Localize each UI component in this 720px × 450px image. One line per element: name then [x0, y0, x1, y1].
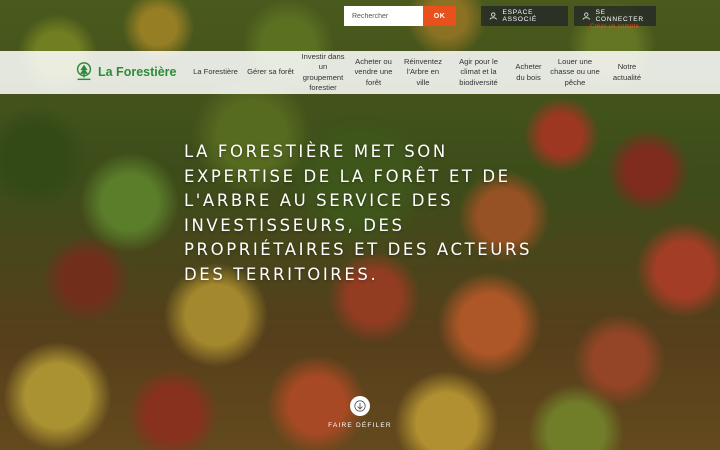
- user-icon: [489, 12, 497, 20]
- nav-menu: La Forestière Gérer sa forêt Investir da…: [188, 51, 651, 94]
- search-submit-button[interactable]: OK: [423, 6, 456, 26]
- arrow-down-icon: [354, 400, 366, 412]
- create-account-link[interactable]: Créer un compte: [590, 24, 639, 30]
- search-input[interactable]: [344, 6, 423, 26]
- nav-item-actualite[interactable]: Notre actualité: [603, 51, 651, 94]
- nav-item-acheter-vendre[interactable]: Acheter ou vendre une forêt: [348, 51, 399, 94]
- nav-item-investir[interactable]: Investir dans un groupement forestier: [298, 51, 348, 94]
- hero-headline: LA FORESTIÈRE MET SON EXPERTISE DE LA FO…: [184, 142, 533, 284]
- espace-associe-label: ESPACE ASSOCIÉ: [502, 9, 538, 23]
- nav-item-gerer-sa-foret[interactable]: Gérer sa forêt: [243, 51, 298, 94]
- nav-item-climat-biodiversite[interactable]: Agir pour le climat et la biodiversité: [447, 51, 510, 94]
- se-connecter-button[interactable]: SE CONNECTER: [574, 6, 656, 26]
- scroll-label: FAIRE DÉFILER: [328, 422, 392, 429]
- brand-logo[interactable]: La Forestière: [73, 61, 177, 83]
- nav-item-chasse-peche[interactable]: Louer une chasse ou une pêche: [547, 51, 603, 94]
- nav-item-la-forestiere[interactable]: La Forestière: [188, 51, 243, 94]
- scroll-down-button[interactable]: [350, 396, 370, 416]
- nav-item-acheter-du-bois[interactable]: Acheter du bois: [510, 51, 547, 94]
- espace-associe-button[interactable]: ESPACE ASSOCIÉ: [481, 6, 568, 26]
- user-icon: [582, 12, 590, 20]
- brand-name: La Forestière: [98, 65, 177, 79]
- search-form: OK: [344, 6, 456, 26]
- tree-logo-icon: [76, 62, 92, 81]
- main-navbar: La Forestière La Forestière Gérer sa for…: [0, 51, 720, 94]
- nav-item-arbre-en-ville[interactable]: Réinventez l'Arbre en ville: [399, 51, 447, 94]
- se-connecter-label: SE CONNECTER: [595, 9, 644, 23]
